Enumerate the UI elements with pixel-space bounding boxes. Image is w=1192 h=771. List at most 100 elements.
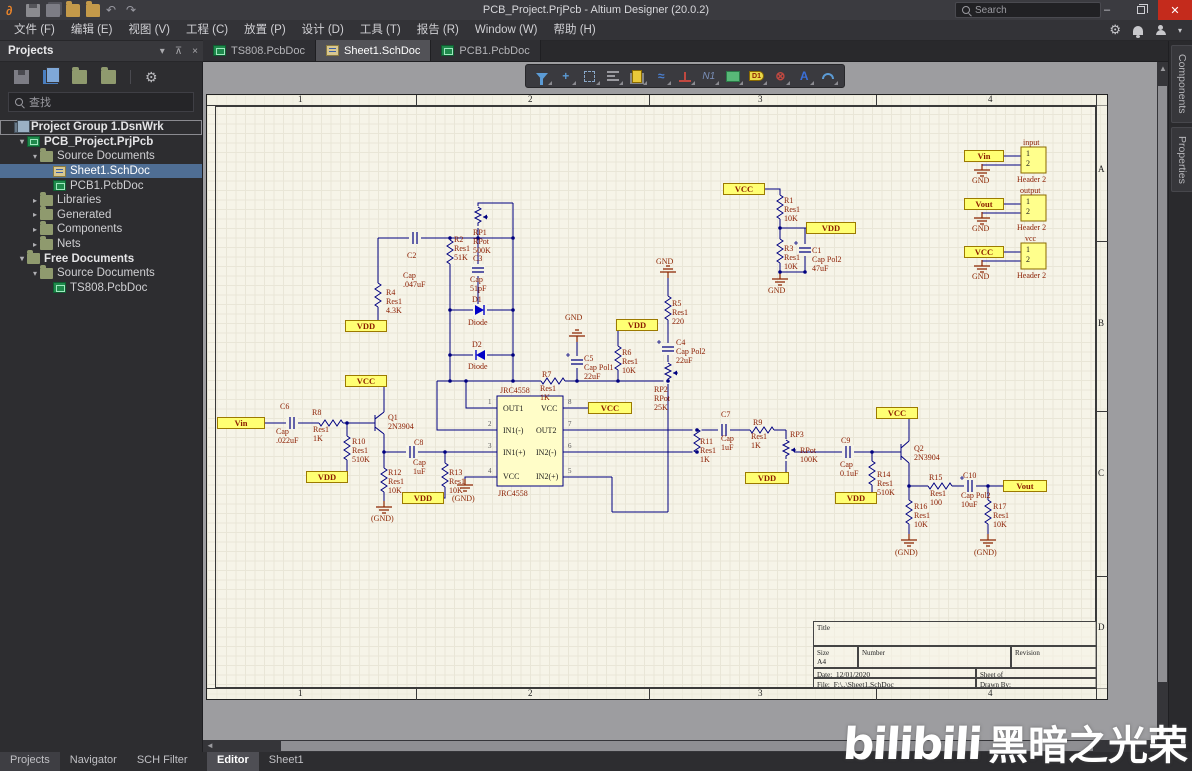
horizontal-scrollbar-thumb[interactable] <box>281 741 1093 751</box>
tab-editor[interactable]: Editor <box>207 752 259 771</box>
sheet-symbol-tool-icon[interactable] <box>722 66 744 86</box>
horizontal-scrollbar[interactable]: ◄ <box>203 740 1157 752</box>
panel-pin-icon[interactable]: ⊼ <box>170 46 187 57</box>
compile-documents-icon[interactable] <box>43 67 60 84</box>
pcb-document-icon <box>441 45 455 56</box>
notifications-bell-icon[interactable] <box>1132 25 1143 38</box>
explore-folder-icon[interactable] <box>72 67 87 84</box>
vertical-scrollbar-thumb[interactable] <box>1158 86 1167 682</box>
tree-item-generated[interactable]: ▸ Generated <box>0 206 202 223</box>
menu-item-3[interactable]: 工程 (C) <box>178 20 236 41</box>
opamp-ic-body <box>496 395 564 487</box>
tab-properties[interactable]: Properties <box>1171 126 1192 193</box>
panel-close-icon[interactable]: × <box>187 46 203 57</box>
pcb-icon <box>53 282 66 294</box>
vertical-scrollbar[interactable]: ▲ ▼ <box>1157 62 1168 740</box>
menu-item-7[interactable]: 报告 (R) <box>409 20 467 41</box>
minimize-button[interactable]: – <box>1090 0 1124 20</box>
save-icon[interactable] <box>26 3 40 17</box>
filter-tool-icon[interactable] <box>531 66 553 86</box>
project-options-folder-icon[interactable] <box>101 67 116 84</box>
open-folder-icon[interactable] <box>66 0 80 17</box>
menu-item-4[interactable]: 放置 (P) <box>236 20 294 41</box>
power-port-tool-icon[interactable] <box>674 66 696 86</box>
settings-gear-icon[interactable]: ⚙ <box>1109 22 1121 38</box>
tree-expand-icon[interactable]: ▾ <box>17 137 27 146</box>
panel-tab-sch-filter[interactable]: SCH Filter <box>127 752 198 771</box>
wires <box>265 155 1021 538</box>
projects-panel-header: Projects ▾ ⊼ × <box>0 41 203 62</box>
tree-item-ts808-pcbdoc[interactable]: TS808.PcbDoc <box>0 281 202 296</box>
doc-tab-sheet1.schdoc[interactable]: Sheet1.SchDoc <box>315 40 432 61</box>
menu-item-0[interactable]: 文件 (F) <box>6 20 63 41</box>
text-tool-icon[interactable]: A <box>793 66 815 86</box>
tree-item-source-documents[interactable]: ▾ Source Documents <box>0 147 202 164</box>
tree-item-components[interactable]: ▸ Components <box>0 220 202 237</box>
port-tool-icon[interactable]: D1 <box>746 66 768 86</box>
menu-bar: 文件 (F) 编辑 (E) 视图 (V) 工程 (C) 放置 (P) 设计 (D) 工具 (… <box>0 20 1192 41</box>
tree-item-nets[interactable]: ▸ Nets <box>0 235 202 252</box>
tree-expand-icon[interactable]: ▾ <box>30 269 40 278</box>
title-bar: ∂ ↶ ↷ PCB_Project.PrjPcb - Altium Design… <box>0 0 1192 20</box>
global-search-input[interactable]: Search <box>955 2 1101 18</box>
folder-icon <box>27 250 40 265</box>
folder-icon <box>40 206 53 221</box>
panel-tab-projects[interactable]: Projects <box>0 752 60 771</box>
folder-icon <box>40 235 53 250</box>
menu-item-2[interactable]: 视图 (V) <box>120 20 178 41</box>
menu-item-5[interactable]: 设计 (D) <box>294 20 352 41</box>
redo-icon[interactable]: ↷ <box>126 3 140 17</box>
folder-icon <box>40 191 53 206</box>
search-icon <box>15 98 23 106</box>
panel-settings-gear-icon[interactable]: ⚙ <box>145 70 158 84</box>
undo-icon[interactable]: ↶ <box>106 3 120 17</box>
tree-item-free-documents[interactable]: ▾ Free Documents <box>0 250 202 266</box>
align-tool-icon[interactable] <box>602 66 624 86</box>
no-erc-tool-icon[interactable]: ⊗ <box>769 66 791 86</box>
tree-item-libraries[interactable]: ▸ Libraries <box>0 191 202 208</box>
connector-input-body <box>1020 146 1047 174</box>
menu-item-9[interactable]: 帮助 (H) <box>546 20 604 41</box>
tree-item-pcb1-pcbdoc[interactable]: PCB1.PcbDoc <box>0 178 202 193</box>
tree-expand-icon[interactable]: ▸ <box>30 225 40 234</box>
tree-item-sheet1-schdoc[interactable]: Sheet1.SchDoc <box>0 163 202 179</box>
tree-item-project-group-1-dsnwrk[interactable]: Project Group 1.DsnWrk <box>0 119 202 135</box>
schematic-drawing[interactable] <box>203 62 1157 740</box>
tree-expand-icon[interactable]: ▾ <box>17 254 27 263</box>
place-part-tool-icon[interactable] <box>626 66 648 86</box>
schematic-editor-canvas[interactable]: Title Size A4 Number Revision Date: 12/0… <box>203 62 1157 740</box>
user-account-icon[interactable] <box>1155 24 1166 36</box>
group-icon <box>14 119 30 133</box>
save-project-icon[interactable] <box>14 70 29 84</box>
doc-tab-pcb1.pcbdoc[interactable]: PCB1.PcbDoc <box>431 40 541 61</box>
menu-item-8[interactable]: Window (W) <box>467 20 546 41</box>
tree-expand-icon[interactable]: ▾ <box>30 152 40 161</box>
select-tool-icon[interactable] <box>579 66 601 86</box>
projects-panel-title: Projects <box>8 45 54 57</box>
document-tab-bar: TS808.PcbDoc Sheet1.SchDoc PCB1.PcbDoc <box>203 40 1168 62</box>
menu-item-6[interactable]: 工具 (T) <box>352 20 409 41</box>
save-all-icon[interactable] <box>46 3 60 17</box>
panel-dropdown-icon[interactable]: ▾ <box>155 46 170 57</box>
tab-sheet1[interactable]: Sheet1 <box>259 752 314 771</box>
active-bar-toolbar: + ≈ N1 D1 ⊗ A <box>525 64 845 88</box>
projects-search-input[interactable]: 查找 <box>8 92 194 112</box>
move-tool-icon[interactable]: + <box>555 66 577 86</box>
close-button[interactable]: ✕ <box>1158 0 1192 20</box>
menu-item-1[interactable]: 编辑 (E) <box>63 20 121 41</box>
net-label-tool-icon[interactable]: N1 <box>698 66 720 86</box>
restore-button[interactable] <box>1124 0 1158 20</box>
tab-components[interactable]: Components <box>1171 45 1192 123</box>
user-menu-chevron-icon[interactable]: ▾ <box>1178 26 1182 35</box>
tree-item-source-documents[interactable]: ▾ Source Documents <box>0 264 202 281</box>
tree-expand-icon[interactable]: ▸ <box>30 240 40 249</box>
tree-item-pcb-project-prjpcb[interactable]: ▾ PCB_Project.PrjPcb <box>0 135 202 150</box>
doc-tab-ts808.pcbdoc[interactable]: TS808.PcbDoc <box>203 40 316 61</box>
place-wire-tool-icon[interactable]: ≈ <box>650 66 672 86</box>
panel-tab-navigator[interactable]: Navigator <box>60 752 127 771</box>
open-project-icon[interactable] <box>86 0 100 17</box>
tree-expand-icon[interactable]: ▸ <box>30 196 40 205</box>
folder-icon <box>40 220 53 235</box>
arc-tool-icon[interactable] <box>817 66 839 86</box>
tree-expand-icon[interactable]: ▸ <box>30 210 40 219</box>
